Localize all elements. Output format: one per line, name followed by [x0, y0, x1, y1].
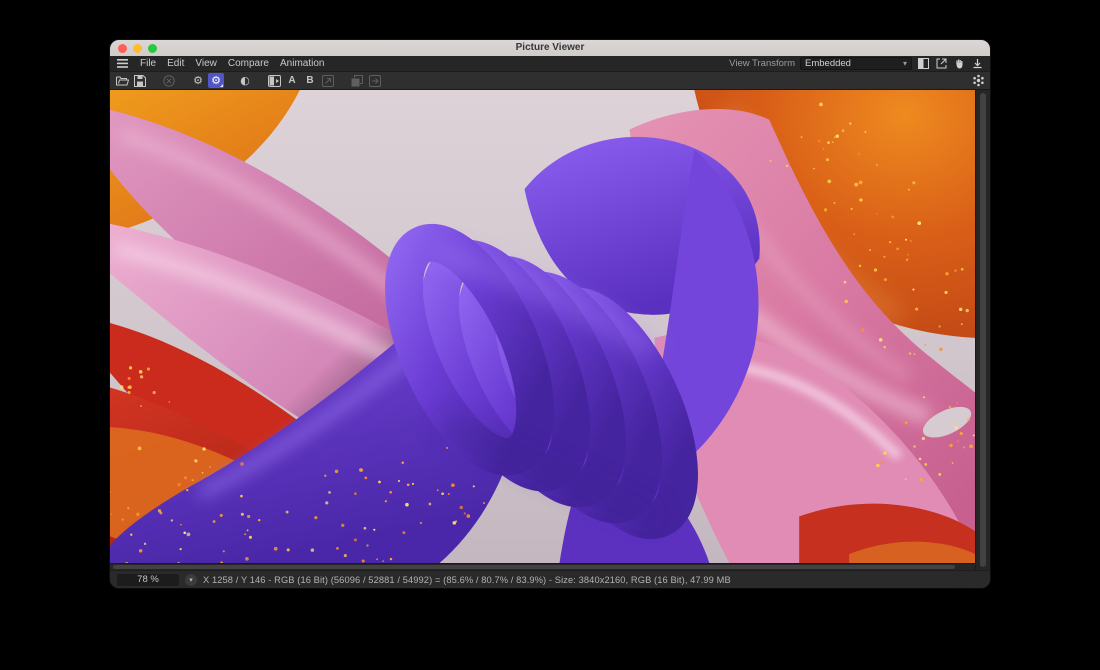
horizontal-scrollbar-thumb[interactable] — [113, 565, 955, 569]
open-folder-icon[interactable] — [114, 73, 130, 88]
horizontal-scrollbar[interactable] — [110, 563, 975, 570]
statusbar: 78 % ▾ X 1258 / Y 146 - RGB (16 Bit) (56… — [110, 570, 990, 588]
zoom-level-field[interactable]: 78 % — [117, 574, 179, 586]
swap-ab-icon[interactable] — [320, 73, 336, 88]
picture-viewer-window: Picture Viewer File Edit View Compare An… — [110, 40, 990, 588]
view-transform-select[interactable]: Embedded ▾ — [800, 57, 912, 70]
open-external-icon[interactable] — [935, 58, 948, 70]
save-icon[interactable] — [132, 73, 148, 88]
split-view-icon[interactable] — [917, 58, 930, 70]
view-transform-value: Embedded — [805, 58, 851, 69]
menu-edit[interactable]: Edit — [167, 56, 184, 71]
vertical-scrollbar-thumb[interactable] — [980, 93, 986, 567]
menu-view[interactable]: View — [195, 56, 217, 71]
histogram-gear-icon[interactable]: ⚙ — [190, 73, 206, 88]
menu-file[interactable]: File — [140, 56, 156, 71]
canvas-row — [110, 90, 990, 570]
contrast-icon[interactable]: ◐ — [237, 73, 253, 88]
set-b-button[interactable]: B — [302, 73, 318, 88]
titlebar: Picture Viewer — [110, 40, 990, 56]
paste-icon[interactable] — [367, 73, 383, 88]
render-cluster-icon[interactable] — [970, 73, 986, 88]
window-title: Picture Viewer — [110, 40, 990, 56]
chevron-down-icon: ▾ — [903, 59, 907, 68]
download-icon[interactable] — [971, 58, 984, 70]
image-canvas[interactable] — [110, 90, 975, 563]
hamburger-icon[interactable] — [116, 58, 129, 70]
close-image-icon[interactable] — [161, 73, 177, 88]
menu-animation[interactable]: Animation — [280, 56, 324, 71]
display-settings-gear-icon[interactable]: ⚙ — [208, 73, 224, 88]
zoom-dropdown-button[interactable]: ▾ — [185, 574, 197, 586]
toolbar: ⚙ ⚙ ◐ A B — [110, 72, 990, 90]
view-transform-label: View Transform — [729, 58, 795, 69]
vertical-scrollbar[interactable] — [975, 90, 990, 570]
set-a-button[interactable]: A — [284, 73, 300, 88]
pixel-info-text: X 1258 / Y 146 - RGB (16 Bit) (56096 / 5… — [203, 575, 731, 585]
menu-compare[interactable]: Compare — [228, 56, 269, 71]
picture-art — [110, 90, 975, 563]
pan-hand-icon[interactable] — [953, 58, 966, 70]
copy-icon[interactable] — [349, 73, 365, 88]
compare-book-icon[interactable] — [266, 73, 282, 88]
menubar: File Edit View Compare Animation View Tr… — [110, 56, 990, 72]
